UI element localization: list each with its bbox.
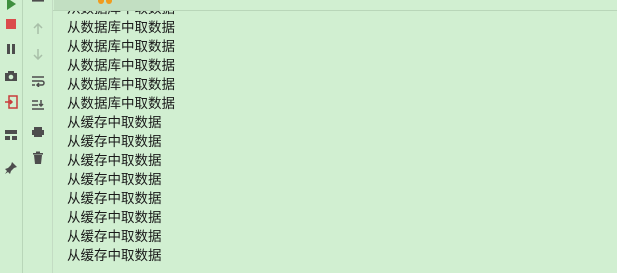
console-line: 从缓存中取数据 [67,153,162,169]
exit-icon[interactable] [1,92,21,112]
tab-status-icon [106,0,112,4]
console-line: 从缓存中取数据 [67,115,162,131]
console-line: 从数据库中取数据 [67,77,175,93]
console-toolbar [24,0,53,273]
menu-icon[interactable] [28,0,48,12]
console-line: 从缓存中取数据 [67,191,162,207]
console-line: 从数据库中取数据 [67,58,175,74]
console-line: 从缓存中取数据 [67,172,162,188]
run-tab[interactable] [54,0,160,10]
console-line: 从数据库中取数据 [67,39,175,55]
run-console-window: 从数据库中取数据 从数据库中取数据 从数据库中取数据 从数据库中取数据 从数据库中取数据… [0,0,617,273]
console-line: 从数据库中取数据 [67,11,175,19]
console-line: 从缓存中取数据 [67,248,162,264]
console-line: 从缓存中取数据 [67,210,162,226]
run-toolbar [0,0,23,273]
console-line: 从数据库中取数据 [67,96,175,112]
console-line: 从数据库中取数据 [67,20,175,36]
pause-icon[interactable] [1,39,21,59]
scroll-to-end-icon[interactable] [28,95,48,115]
camera-icon[interactable] [1,66,21,86]
console-lines: 从数据库中取数据 从数据库中取数据 从数据库中取数据 从数据库中取数据 从数据库中取数据… [67,11,175,266]
console-line: 从缓存中取数据 [67,134,162,150]
layout-icon[interactable] [1,125,21,145]
console-line: 从缓存中取数据 [67,229,162,245]
print-icon[interactable] [28,122,48,142]
up-arrow-icon[interactable] [28,19,48,39]
tab-status-icon [98,0,104,4]
stop-icon[interactable] [1,14,21,34]
pin-icon[interactable] [1,158,21,178]
trash-icon[interactable] [28,148,48,168]
rerun-icon[interactable] [1,0,21,14]
down-arrow-icon[interactable] [28,44,48,64]
console-output[interactable]: 从数据库中取数据 从数据库中取数据 从数据库中取数据 从数据库中取数据 从数据库中取数据… [53,11,617,273]
soft-wrap-icon[interactable] [28,71,48,91]
